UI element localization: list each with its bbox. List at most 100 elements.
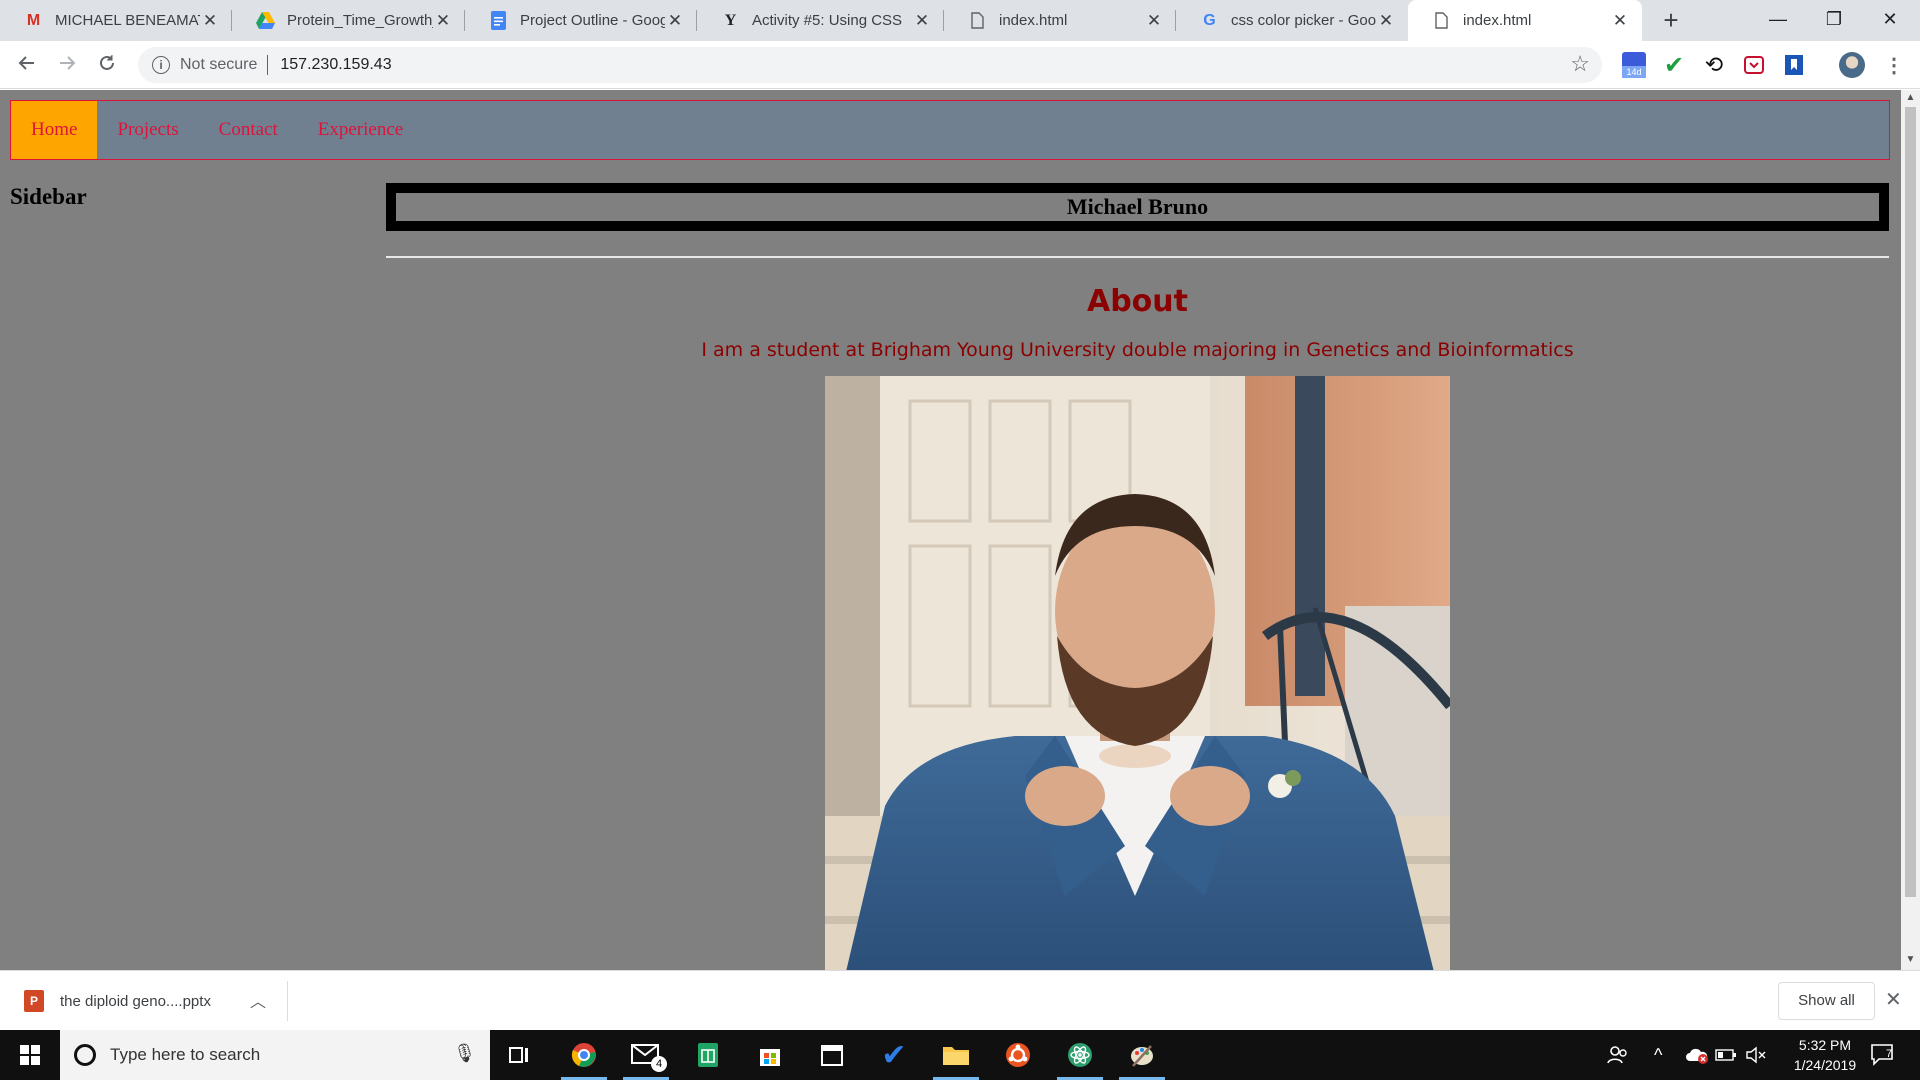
microphone-icon[interactable]: 🎙 (453, 1043, 476, 1064)
bookmark-extension-icon[interactable] (1780, 51, 1808, 79)
chrome-icon[interactable] (555, 1030, 613, 1080)
info-icon[interactable]: i (152, 56, 170, 74)
clock-date: 1/24/2019 (1793, 1057, 1857, 1073)
tab-drive[interactable]: Protein_Time_Growth_E ✕ (232, 0, 465, 41)
tab-strip: M MICHAEL BENEAMATO ✕ Protein_Time_Growt… (0, 0, 1920, 41)
minimize-button[interactable]: — (1750, 0, 1806, 41)
nav-projects[interactable]: Projects (97, 101, 198, 159)
url-text[interactable]: 157.230.159.43 (280, 56, 391, 74)
horizontal-rule (386, 256, 1889, 258)
todo-check-icon[interactable]: ✔ (865, 1030, 923, 1080)
close-tab-icon[interactable]: ✕ (665, 11, 685, 31)
about-text: I am a student at Brigham Young Universi… (701, 339, 1574, 361)
windows-logo-icon (20, 1045, 40, 1065)
reload-button[interactable] (91, 49, 123, 81)
forward-arrow-icon (60, 56, 76, 70)
scroll-thumb[interactable] (1905, 107, 1916, 897)
site-nav: Home Projects Contact Experience (10, 100, 1890, 160)
notifications-icon[interactable]: 7 (1870, 1030, 1896, 1080)
sidebar-heading: Sidebar (10, 184, 87, 209)
cloud-error-icon[interactable] (1685, 1030, 1709, 1080)
close-tab-icon[interactable]: ✕ (200, 11, 220, 31)
show-all-button[interactable]: Show all (1778, 982, 1875, 1020)
close-window-button[interactable]: ✕ (1862, 0, 1918, 41)
download-bar: P the diploid geno....pptx ︿ Show all ✕ (0, 970, 1920, 1030)
notification-count: 7 (1886, 1048, 1893, 1060)
volume-muted-icon[interactable] (1745, 1030, 1767, 1080)
checkmark-extension-icon[interactable]: ✔ (1660, 51, 1688, 79)
mail-icon[interactable]: 4 (617, 1030, 675, 1080)
taskbar-search[interactable]: Type here to search 🎙 (60, 1030, 490, 1080)
mail-badge: 4 (651, 1056, 667, 1072)
forward-button[interactable] (51, 49, 83, 81)
search-placeholder: Type here to search (110, 1045, 261, 1064)
google-icon: G (1203, 11, 1216, 29)
ubuntu-icon[interactable] (989, 1030, 1047, 1080)
paint-icon[interactable] (1113, 1030, 1171, 1080)
cortana-icon (74, 1044, 96, 1066)
security-label: Not secure (180, 56, 258, 73)
back-button[interactable] (11, 49, 43, 81)
page-viewport: Home Projects Contact Experience Sidebar… (0, 90, 1901, 970)
tab-title: index.html (1463, 12, 1532, 29)
browser-toolbar: i Not secure 157.230.159.43 ☆ 14d ✔ ⟲ ⋮ (0, 41, 1920, 89)
about-heading: About (1086, 284, 1188, 319)
tab-title: Protein_Time_Growth_E (287, 12, 433, 29)
nav-contact[interactable]: Contact (199, 101, 298, 159)
task-view-icon[interactable] (490, 1030, 548, 1080)
calendar-icon[interactable] (803, 1030, 861, 1080)
docs-icon (489, 11, 508, 30)
back-arrow-icon (18, 56, 34, 70)
menu-kebab-icon[interactable]: ⋮ (1880, 51, 1908, 79)
chevron-up-icon[interactable]: ^ (1654, 1030, 1662, 1080)
file-icon (968, 11, 987, 30)
close-tab-icon[interactable]: ✕ (1144, 11, 1164, 31)
sheets-icon[interactable] (679, 1030, 737, 1080)
tab-gmail[interactable]: M MICHAEL BENEAMATO ✕ (0, 0, 232, 41)
battery-icon[interactable] (1715, 1030, 1737, 1080)
tab-index-active[interactable]: index.html ✕ (1408, 0, 1642, 41)
people-icon[interactable] (1607, 1030, 1629, 1080)
address-bar[interactable]: i Not secure 157.230.159.43 ☆ (138, 47, 1602, 83)
scroll-down-icon[interactable]: ▼ (1901, 954, 1920, 965)
nav-experience[interactable]: Experience (298, 101, 423, 159)
file-explorer-icon[interactable] (927, 1030, 985, 1080)
windows-taskbar: Type here to search 🎙 4 ✔ ^ 5:32 PM 1/24… (0, 1030, 1920, 1080)
close-tab-icon[interactable]: ✕ (433, 11, 453, 31)
page-scrollbar[interactable]: ▲ ▼ (1901, 90, 1920, 970)
profile-avatar[interactable] (1838, 51, 1866, 79)
banner-name: Michael Bruno (396, 193, 1879, 221)
tab-index-1[interactable]: index.html ✕ (944, 0, 1176, 41)
drive-icon (256, 11, 275, 30)
main-content: Michael Bruno About I am a student at Br… (386, 183, 1889, 970)
restore-button[interactable]: ❐ (1806, 0, 1862, 41)
yahoo-icon: Y (724, 11, 737, 29)
start-button[interactable] (0, 1030, 60, 1080)
powerpoint-icon: P (24, 990, 44, 1012)
divider (287, 981, 288, 1021)
pocket-extension-icon[interactable] (1740, 51, 1768, 79)
clock-time: 5:32 PM (1798, 1037, 1852, 1053)
chevron-up-icon[interactable]: ︿ (250, 988, 266, 1012)
close-icon[interactable]: ✕ (1885, 987, 1902, 1012)
divider (267, 55, 269, 75)
scroll-up-icon[interactable]: ▲ (1901, 92, 1920, 103)
calendar-extension-icon[interactable]: 14d (1620, 51, 1648, 79)
new-tab-button[interactable]: + (1656, 5, 1686, 35)
tab-docs[interactable]: Project Outline - Goog ✕ (465, 0, 697, 41)
reload-icon (100, 55, 114, 70)
store-icon[interactable] (741, 1030, 799, 1080)
atom-icon[interactable] (1051, 1030, 1109, 1080)
tab-title: css color picker - Goog (1231, 12, 1376, 29)
close-tab-icon[interactable]: ✕ (1610, 11, 1630, 31)
system-clock[interactable]: 5:32 PM 1/24/2019 (1780, 1035, 1870, 1075)
close-tab-icon[interactable]: ✕ (1376, 11, 1396, 31)
bookmark-star-icon[interactable]: ☆ (1570, 51, 1590, 77)
nav-home[interactable]: Home (11, 101, 98, 159)
tab-title: MICHAEL BENEAMATO (55, 12, 200, 29)
tab-google-search[interactable]: G css color picker - Goog ✕ (1176, 0, 1408, 41)
sync-extension-icon[interactable]: ⟲ (1700, 51, 1728, 79)
close-tab-icon[interactable]: ✕ (912, 11, 932, 31)
download-item[interactable]: P the diploid geno....pptx (24, 971, 211, 1031)
tab-yahoo[interactable]: Y Activity #5: Using CSS ✕ (697, 0, 944, 41)
